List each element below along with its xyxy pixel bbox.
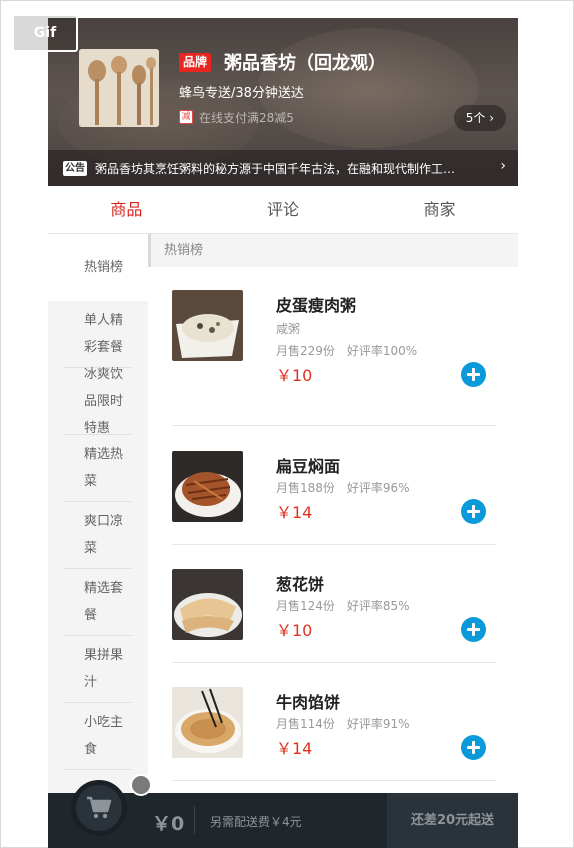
food-sales: 月售124份 <box>276 599 335 613</box>
food-price: ￥10 <box>276 366 313 385</box>
sidebar-item-single-meal[interactable]: 单人精彩套餐 <box>64 301 132 368</box>
food-price: ￥14 <box>276 503 313 522</box>
sidebar-item-label: 爽口凉菜 <box>84 514 124 556</box>
category-title: 热销榜 <box>148 234 518 267</box>
add-to-cart-button[interactable] <box>461 499 486 524</box>
cart-divider <box>194 806 195 834</box>
food-item[interactable]: 皮蛋瘦肉粥 咸粥 月售229份 好评率100% ￥10 <box>172 290 496 426</box>
notice-tag: 公告 <box>63 161 87 176</box>
tab-seller[interactable]: 商家 <box>361 186 518 233</box>
food-stats: 月售114份 好评率91% <box>276 715 410 732</box>
tab-bar: 商品 评论 商家 <box>48 186 518 234</box>
food-image <box>172 451 243 522</box>
cart-button[interactable] <box>71 780 127 836</box>
food-item[interactable]: 牛肉馅饼 月售114份 好评率91% ￥14 <box>172 663 496 781</box>
promo-count-button[interactable]: 5个 › <box>453 105 506 131</box>
wooden-spoons-image <box>79 49 159 127</box>
sidebar-item-label: 热销榜 <box>84 260 124 275</box>
food-list: 热销榜 皮蛋瘦肉粥 咸粥 月售229份 好评率100% ￥10 扁豆焖面 月售1… <box>148 234 518 825</box>
add-to-cart-button[interactable] <box>461 617 486 642</box>
chevron-right-icon: › <box>500 158 506 174</box>
food-image <box>172 290 243 361</box>
app-screen: 品牌 粥品香坊（回龙观） 蜂鸟专送/38分钟送达 减 在线支付满28减5 5个 … <box>48 18 518 848</box>
food-name: 扁豆焖面 <box>276 457 341 476</box>
add-to-cart-button[interactable] <box>461 362 486 387</box>
checkout-button[interactable]: 还差20元起送 <box>387 793 518 848</box>
food-desc: 咸粥 <box>276 322 301 336</box>
sidebar-item-label: 精选套餐 <box>84 581 124 623</box>
food-rating: 好评率91% <box>346 717 410 731</box>
shop-avatar <box>79 49 159 127</box>
sidebar-item-hot[interactable]: 热销榜 <box>48 234 148 301</box>
food-sales: 月售188份 <box>276 481 335 495</box>
sidebar-item-label: 小吃主食 <box>84 715 124 757</box>
shop-header: 品牌 粥品香坊（回龙观） 蜂鸟专送/38分钟送达 减 在线支付满28减5 5个 … <box>48 18 518 186</box>
sidebar-item-cold-dishes[interactable]: 爽口凉菜 <box>64 502 132 569</box>
food-image <box>172 569 243 640</box>
food-sales: 月售229份 <box>276 344 335 358</box>
food-rating: 好评率100% <box>346 344 418 358</box>
food-sales: 月售114份 <box>276 717 335 731</box>
sidebar-item-hot-dishes[interactable]: 精选热菜 <box>64 435 132 502</box>
shopping-cart-icon <box>87 796 112 819</box>
brand-badge: 品牌 <box>179 53 212 72</box>
discount-icon: 减 <box>179 110 193 124</box>
tab-goods[interactable]: 商品 <box>48 186 205 233</box>
add-to-cart-button[interactable] <box>461 735 486 760</box>
food-rating: 好评率96% <box>346 481 410 495</box>
food-stats: 月售229份 好评率100% <box>276 342 417 359</box>
sidebar-item-label: 单人精彩套餐 <box>84 313 124 355</box>
food-stats: 月售124份 好评率85% <box>276 597 410 614</box>
food-image <box>172 687 243 758</box>
cart-total-price: ￥0 <box>152 813 185 835</box>
food-price: ￥10 <box>276 621 313 640</box>
tab-ratings[interactable]: 评论 <box>205 186 362 233</box>
food-name: 葱花饼 <box>276 575 325 594</box>
delivery-info: 蜂鸟专送/38分钟送达 <box>179 86 304 101</box>
food-item[interactable]: 葱花饼 月售124份 好评率85% ￥10 <box>172 545 496 663</box>
promo-text: 在线支付满28减5 <box>199 111 294 125</box>
sidebar-item-snacks[interactable]: 小吃主食 <box>64 703 132 770</box>
sidebar-item-label: 精选热菜 <box>84 447 124 489</box>
watermark-label: Gif <box>33 25 57 41</box>
delivery-fee: 另需配送费￥4元 <box>210 815 302 829</box>
cart-bar: ￥0 另需配送费￥4元 还差20元起送 <box>48 780 518 848</box>
food-rating: 好评率85% <box>346 599 410 613</box>
category-sidebar: 热销榜 单人精彩套餐 冰爽饮品限时特惠 精选热菜 爽口凉菜 精选套餐 果拼果汁 … <box>48 234 148 794</box>
cart-indicator-dot <box>130 774 152 796</box>
shop-name: 粥品香坊（回龙观） <box>224 53 386 74</box>
food-item[interactable]: 扁豆焖面 月售188份 好评率96% ￥14 <box>172 427 496 545</box>
food-stats: 月售188份 好评率96% <box>276 479 410 496</box>
food-price: ￥14 <box>276 739 313 758</box>
notice-text: 粥品香坊其烹饪粥料的秘方源于中国千年古法，在融和现代制作工… <box>95 162 456 176</box>
watermark-logo: Gif <box>12 14 78 52</box>
notice-bar[interactable]: 公告 粥品香坊其烹饪粥料的秘方源于中国千年古法，在融和现代制作工… › <box>48 150 518 186</box>
sidebar-item-fruit[interactable]: 果拼果汁 <box>64 636 132 703</box>
food-name: 皮蛋瘦肉粥 <box>276 296 357 315</box>
food-name: 牛肉馅饼 <box>276 693 341 712</box>
sidebar-item-label: 冰爽饮品限时特惠 <box>84 366 124 436</box>
sidebar-item-drinks[interactable]: 冰爽饮品限时特惠 <box>64 367 132 436</box>
sidebar-item-combos[interactable]: 精选套餐 <box>64 569 132 636</box>
sidebar-item-label: 果拼果汁 <box>84 648 124 690</box>
